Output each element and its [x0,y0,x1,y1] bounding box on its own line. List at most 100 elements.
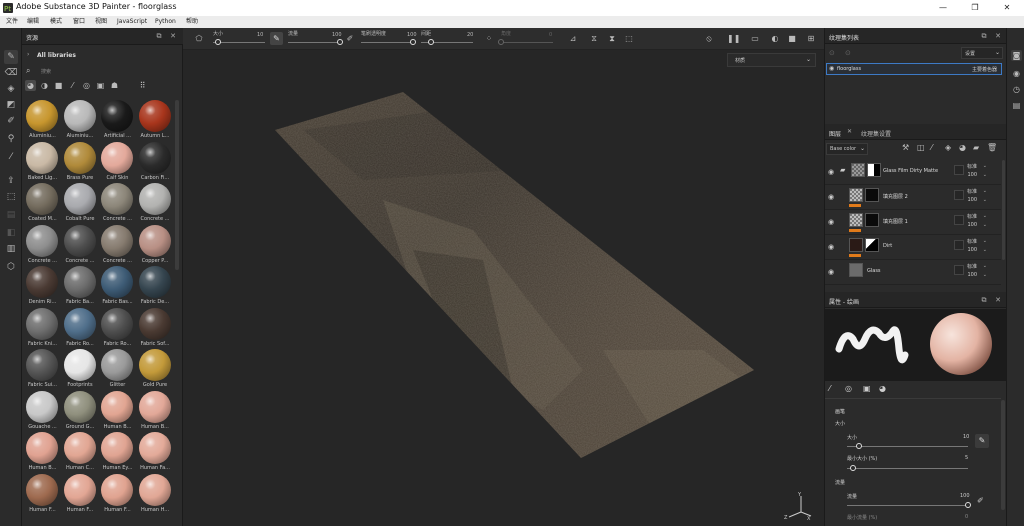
layer-visibility-eye-icon[interactable]: ◉ [828,218,834,226]
delete-layer-icon[interactable]: 🗑 [987,143,997,152]
render-icon[interactable]: ◐ [769,33,781,45]
brush-tab-icon[interactable]: ⁄ [829,384,830,393]
blend-chevron-icon[interactable]: ⌄ [983,163,987,169]
flow-knob[interactable] [965,502,971,508]
material-item[interactable]: Human B... [137,390,174,432]
material-tab-icon[interactable]: ◕ [879,384,886,393]
symmetry-icon[interactable]: ⬠ [193,33,205,45]
size-value[interactable]: 10 [963,434,969,440]
menu-view[interactable]: 视图 [95,17,107,27]
projection-icon[interactable]: ◈ [4,82,18,96]
layer-row[interactable]: ◉ Glass 标准 100 ⌄ ⌄ [825,260,1001,285]
opacity-chevron-icon[interactable]: ⌄ [983,172,987,178]
viewport-material-dropdown[interactable]: 材质 ⌄ [727,53,816,67]
symmetry-mirror-icon[interactable]: ⧖ [588,33,600,45]
tab-close-icon[interactable]: ✕ [847,128,852,135]
layer-row[interactable]: ◉ ▰ Glass Film Dirty Matte 标准 100 ⌄ ⌄ [825,160,1001,185]
material-item[interactable]: Copper P... [137,224,174,266]
flow-slider[interactable] [847,505,968,506]
layer-blend-mode[interactable]: 标准 [967,238,977,245]
material-item[interactable]: Baked Lig... [24,141,61,183]
blend-chevron-icon[interactable]: ⌄ [983,238,987,244]
layer-visibility-eye-icon[interactable]: ◉ [828,243,834,251]
flow-value[interactable]: 100 [960,493,970,499]
layer-solo-checkbox[interactable] [954,190,964,200]
asset-search[interactable]: ⌕ 搜索 [26,65,176,77]
material-item[interactable]: Footprints [62,349,99,390]
color-picker-icon[interactable]: ⁄ [4,150,18,164]
tb-spacing-knob[interactable] [428,39,435,45]
eraser-icon[interactable]: ⌫ [4,66,18,80]
maximize-button[interactable]: ❐ [970,3,980,13]
display-settings-icon[interactable]: ◉ [1011,68,1022,79]
texture-set-shader[interactable]: 主要着色器 [972,66,997,73]
opacity-chevron-icon[interactable]: ⌄ [983,272,987,278]
material-item[interactable]: Carbon Fi... [137,141,174,183]
filter-masks-icon[interactable]: ■ [53,80,64,91]
filter-smart-materials-icon[interactable]: ◑ [39,80,50,91]
menu-javascript[interactable]: JavaScript [117,17,147,27]
polygon-fill-icon[interactable]: ⬚ [4,190,18,204]
tb-opacity-slider[interactable] [361,42,413,43]
add-mask-icon[interactable]: ◫ [917,143,925,152]
layer-opacity[interactable]: 100 [967,172,977,178]
layer-visibility-eye-icon[interactable]: ◉ [828,168,834,176]
material-item[interactable]: Brass Pure [62,141,99,183]
float-panel-icon[interactable]: ⧉ [154,31,164,41]
layer-row[interactable]: ◉ 填充图层 2 标准 100 ⌄ ⌄ [825,185,1001,210]
add-effect-icon[interactable]: ⚒ [902,143,909,152]
smudge-icon[interactable]: ✐ [4,114,18,128]
size-slider[interactable] [847,446,968,447]
menu-python[interactable]: Python [155,17,176,27]
tb-spacing-value[interactable]: 20 [467,32,473,38]
tb-flow-knob[interactable] [337,39,343,45]
close-panel-icon-3[interactable]: ✕ [993,295,1003,305]
folder-icon[interactable]: ▰ [840,166,845,174]
flow-pressure-icon-2[interactable]: ✐ [977,496,984,505]
material-item[interactable]: Fabric Sui... [24,349,61,390]
tab-texture-set-settings[interactable]: 纹理集设置 [861,129,891,138]
layers-scrollbar[interactable] [1002,160,1005,260]
material-item[interactable]: Ground G... [62,390,99,432]
menu-edit[interactable]: 编辑 [27,17,39,27]
material-item[interactable]: Fabric Ro... [99,307,136,349]
layer-opacity[interactable]: 100 [967,222,977,228]
blend-chevron-icon[interactable]: ⌄ [983,213,987,219]
minimize-button[interactable]: — [938,3,948,13]
material-item[interactable]: Concrete ... [62,224,99,266]
channel-dropdown[interactable]: Base color ⌄ [826,143,868,155]
properties-scrollbar[interactable] [1001,400,1005,510]
material-item[interactable]: Concrete ... [24,224,61,266]
menu-window[interactable]: 窗口 [73,17,85,27]
material-item[interactable]: Human F... [24,473,61,515]
tb-size-knob[interactable] [215,39,222,45]
opacity-chevron-icon[interactable]: ⌄ [983,197,987,203]
layer-row[interactable]: ◉ 填充图层 1 标准 100 ⌄ ⌄ [825,210,1001,235]
layer-blend-mode[interactable]: 标准 [967,263,977,270]
pause-icon[interactable]: ❚❚ [727,33,740,45]
pen-pressure-icon[interactable]: ✎ [270,32,283,45]
camera-view-icon[interactable]: ▭ [749,33,761,45]
material-item[interactable]: Human F... [99,473,136,515]
tb-opacity-knob[interactable] [410,39,416,45]
export-icon[interactable]: ▥ [4,242,18,256]
layer-visibility-eye-icon[interactable]: ◉ [828,268,834,276]
material-item[interactable]: Fabric De... [137,266,174,307]
blend-chevron-icon[interactable]: ⌄ [983,188,987,194]
library-selector[interactable]: › All libraries [22,46,183,64]
close-panel-icon-2[interactable]: ✕ [993,31,1003,41]
material-item[interactable]: Concrete ... [137,183,174,224]
layer-row[interactable]: ◉ Dirt 标准 100 ⌄ ⌄ [825,235,1001,260]
filter-alphas-icon[interactable]: ▣ [95,80,106,91]
layer-solo-checkbox[interactable] [954,215,964,225]
tb-flow-slider[interactable] [288,42,340,43]
material-item[interactable]: Fabric Kni... [24,307,61,349]
material-item[interactable]: Human H... [137,473,174,515]
material-item[interactable]: Autumn L... [137,100,174,141]
3d-viewport[interactable]: Y Z X [183,50,824,526]
layer-blend-mode[interactable]: 标准 [967,188,977,195]
hide-icon[interactable]: ⦸ [703,33,715,45]
tb-opacity-value[interactable]: 100 [407,32,417,38]
filter-textures-icon[interactable]: ◎ [81,80,92,91]
layer-opacity[interactable]: 100 [967,272,977,278]
